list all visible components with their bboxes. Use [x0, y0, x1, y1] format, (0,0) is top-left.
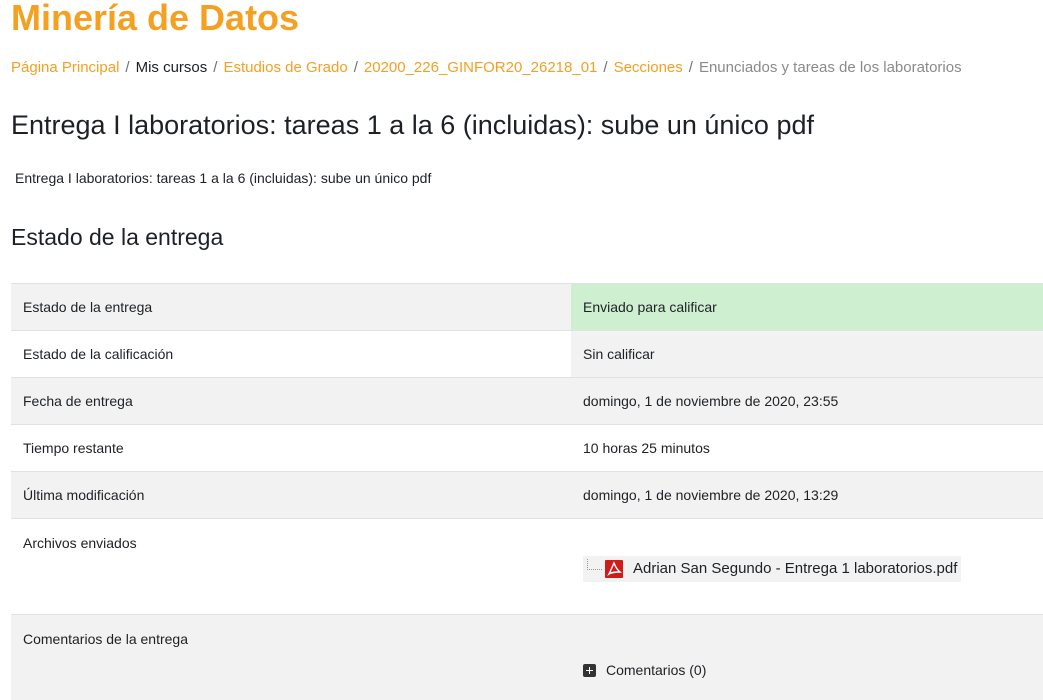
row-label: Tiempo restante: [11, 424, 571, 472]
row-label: Archivos enviados: [11, 518, 571, 615]
breadcrumb-separator: /: [125, 59, 130, 76]
submission-status-table: Estado de la entrega Enviado para califi…: [11, 283, 1043, 700]
breadcrumb-separator: /: [688, 59, 693, 76]
breadcrumb-separator: /: [353, 59, 358, 76]
grading-status-value: Sin calificar: [571, 330, 1043, 378]
assignment-title: Entrega I laboratorios: tareas 1 a la 6 …: [11, 110, 814, 140]
plus-icon[interactable]: [583, 663, 596, 677]
time-remaining-value: 10 horas 25 minutos: [571, 424, 1043, 472]
last-modified-value: domingo, 1 de noviembre de 2020, 13:29: [571, 471, 1043, 519]
breadcrumb-sections-link[interactable]: Secciones: [614, 59, 683, 76]
comments-link-label[interactable]: Comentarios (0): [606, 662, 706, 678]
table-row-submitted-files: Archivos enviados Adrian San Segundo - E…: [11, 518, 1043, 615]
submission-status-value: Enviado para calificar: [571, 283, 1043, 331]
breadcrumb-separator: /: [213, 59, 218, 76]
submitted-file-name[interactable]: Adrian San Segundo - Entrega 1 laborator…: [633, 560, 957, 577]
submission-status-heading: Estado de la entrega: [11, 224, 224, 250]
breadcrumb-home-link[interactable]: Página Principal: [11, 59, 119, 76]
table-row-grading-status: Estado de la calificación Sin calificar: [11, 330, 1043, 378]
assignment-intro: Entrega I laboratorios: tareas 1 a la 6 …: [15, 170, 432, 186]
table-row-submission-comments: Comentarios de la entrega Comentarios (0…: [11, 614, 1043, 700]
row-label: Comentarios de la entrega: [11, 614, 571, 700]
breadcrumb-separator: /: [603, 59, 608, 76]
tree-connector: [587, 559, 602, 570]
breadcrumb-degree-studies-link[interactable]: Estudios de Grado: [223, 59, 347, 76]
breadcrumb-current-page[interactable]: Enunciados y tareas de los laboratorios: [699, 59, 962, 76]
table-row-submission-status: Estado de la entrega Enviado para califi…: [11, 283, 1043, 331]
row-label: Fecha de entrega: [11, 377, 571, 425]
course-title: Minería de Datos: [11, 0, 300, 38]
breadcrumb-course-code-link[interactable]: 20200_226_GINFOR20_26218_01: [364, 59, 598, 76]
comments-toggle[interactable]: Comentarios (0): [583, 662, 706, 678]
table-row-due-date: Fecha de entrega domingo, 1 de noviembre…: [11, 377, 1043, 425]
submission-comments-cell: Comentarios (0): [571, 614, 1043, 700]
breadcrumb: Página Principal / Mis cursos / Estudios de …: [11, 58, 1043, 78]
row-label: Estado de la calificación: [11, 330, 571, 378]
submitted-file[interactable]: Adrian San Segundo - Entrega 1 laborator…: [583, 555, 962, 582]
table-row-time-remaining: Tiempo restante 10 horas 25 minutos: [11, 424, 1043, 472]
table-row-last-modified: Última modificación domingo, 1 de noviem…: [11, 471, 1043, 519]
due-date-value: domingo, 1 de noviembre de 2020, 23:55: [571, 377, 1043, 425]
row-label: Estado de la entrega: [11, 283, 571, 331]
breadcrumb-my-courses[interactable]: Mis cursos: [136, 59, 208, 76]
row-label: Última modificación: [11, 471, 571, 519]
pdf-icon: [605, 559, 623, 578]
submitted-files-cell: Adrian San Segundo - Entrega 1 laborator…: [571, 518, 1043, 615]
assignment-page: Minería de Datos Página Principal / Mis cu…: [0, 0, 1043, 700]
